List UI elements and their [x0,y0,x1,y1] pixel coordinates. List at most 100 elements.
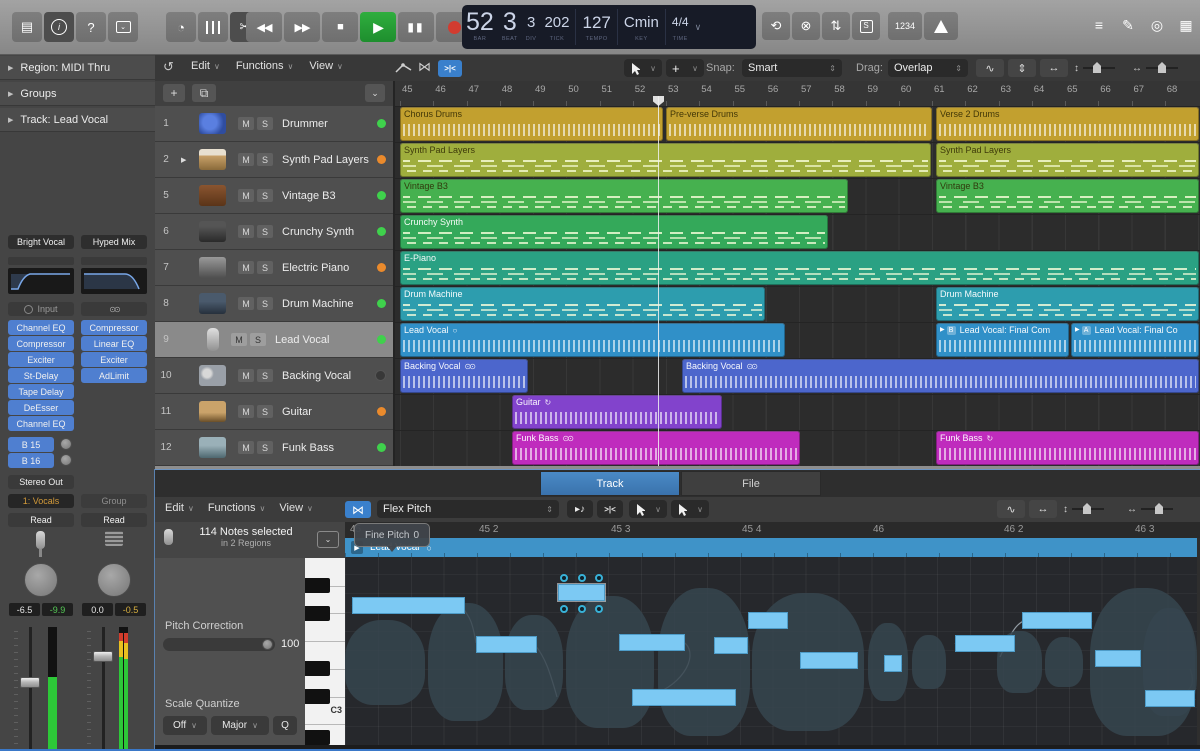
quick-help-icon[interactable]: ? [76,12,106,42]
piano-key-black[interactable] [305,730,330,745]
note-hotspot[interactable] [560,605,568,613]
flex-pitch-note[interactable] [1022,612,1092,629]
track-name[interactable]: Electric Piano [282,262,377,274]
region[interactable]: Chorus Drums [400,107,663,141]
solo-button[interactable]: S [257,405,273,418]
tab-track[interactable]: Track [540,471,680,496]
strip-setting-bar[interactable] [8,257,74,265]
track-name[interactable]: Backing Vocal [282,370,375,382]
volume-fader[interactable] [20,677,40,688]
track-row[interactable]: 9 M S Lead Vocal [155,322,393,358]
solo-button[interactable]: S [257,441,273,454]
menu-view[interactable]: View ∨ [279,502,313,514]
smart-controls-icon[interactable]: ◔ [166,12,196,42]
solo-button[interactable]: S [257,225,273,238]
region[interactable]: Lead Vocal ○ [400,323,785,357]
send-knob[interactable] [60,454,72,466]
add-track-button[interactable]: + [163,84,185,102]
stack-disclosure-icon[interactable]: ▶ [181,156,191,164]
slider-knob[interactable] [262,639,273,650]
flex-pitch-note-selected[interactable] [558,584,605,601]
plugin-slot[interactable]: Exciter [81,352,147,367]
horizontal-auto-zoom-icon[interactable]: ↔ [1040,59,1068,77]
region[interactable]: Vintage B3 [936,179,1199,213]
flex-pitch-note[interactable] [1095,650,1141,667]
eq-thumbnail[interactable] [81,268,147,294]
plugin-slot[interactable]: Linear EQ [81,336,147,351]
flex-pitch-note[interactable] [955,635,1015,652]
plugin-slot[interactable]: Exciter [8,352,74,367]
track-inspector-header[interactable]: ▶ Track: Lead Vocal [0,108,155,132]
command-tool-menu[interactable]: ∨ [671,500,709,518]
flex-marker-icon[interactable]: >|< [597,500,623,518]
output-slot[interactable]: Stereo Out [8,475,74,489]
note-hotspot[interactable] [560,574,568,582]
flex-pitch-note[interactable] [714,637,748,654]
automation-icon[interactable] [395,62,413,77]
pause-button[interactable]: ▮▮ [398,12,434,42]
flex-pitch-note[interactable] [748,612,788,629]
loop-browser-icon[interactable]: ◎ [1144,12,1170,38]
region[interactable]: Synth Pad Layers [400,143,931,177]
flex-pitch-note[interactable] [352,597,465,614]
pointer-tool-menu[interactable]: ∨ [629,500,667,518]
plugin-slot[interactable]: Compressor [8,336,74,351]
scale-root-menu[interactable]: Off ∨ [163,716,207,735]
group-slot[interactable]: Group [81,494,147,508]
track-row[interactable]: 6 M S Crunchy Synth [155,214,393,250]
region[interactable]: Funk Bass ↻ [936,431,1199,465]
editor-region-bar[interactable]: ▶ Lead Vocal ○ [345,538,1197,557]
mute-button[interactable]: M [238,189,254,202]
solo-button[interactable]: S [257,297,273,310]
mixer-icon[interactable] [198,12,228,42]
volume-value[interactable]: 0.0 [82,603,113,616]
piano-key-black[interactable] [305,689,330,704]
volume-fader[interactable] [93,651,113,662]
mute-button[interactable]: M [238,153,254,166]
peak-value[interactable]: -9.9 [42,603,73,616]
mute-button[interactable]: M [231,333,247,346]
waveform-zoom-icon[interactable]: ∿ [997,500,1025,518]
plugin-slot[interactable]: Channel EQ [8,320,74,335]
catch-note-icon[interactable]: ▸♪ [567,500,593,518]
snap-menu[interactable]: Smart ⇕ [742,59,842,77]
region[interactable]: ▶ A Lead Vocal: Final Co [1071,323,1199,357]
inspector-icon[interactable]: i [44,12,74,42]
region-inspector-header[interactable]: ▶ Region: MIDI Thru [0,56,155,80]
flex-mode-menu[interactable]: Flex Pitch ⇕ [377,500,559,518]
plugin-slot[interactable]: DeEsser [8,400,74,415]
track-row[interactable]: 11 M S Guitar [155,394,393,430]
duplicate-track-button[interactable]: ⧉ [192,84,216,102]
flex-pitch-note[interactable] [619,634,685,651]
bar-ruler[interactable]: 45 46 47 48 49 50 51 52 53 54 55 56 57 58 59 60 61 62 63 64… [395,81,1200,107]
scale-type-menu[interactable]: Major ∨ [211,716,269,735]
pan-knob[interactable] [24,563,58,597]
stereo-format-slot[interactable]: ⊙⊙ [81,302,147,316]
tab-file[interactable]: File [681,471,821,496]
autopunch-icon[interactable]: ⇅ [822,12,850,40]
piano-key[interactable] [305,641,345,643]
track-name[interactable]: Funk Bass [282,442,377,454]
mute-button[interactable]: M [238,117,254,130]
mute-button[interactable]: M [238,225,254,238]
metronome-icon[interactable] [924,12,958,40]
eq-thumbnail[interactable] [8,268,74,294]
play-button[interactable]: ▶ [360,12,396,42]
region[interactable]: Synth Pad Layers [936,143,1199,177]
piano-key-black[interactable] [305,606,330,621]
plugin-slot[interactable]: St-Delay [8,368,74,383]
input-slot[interactable]: Input [8,302,74,316]
show-flex-button[interactable]: >|< [438,60,462,77]
track-name[interactable]: Crunchy Synth [282,226,377,238]
plugin-slot[interactable]: Tape Delay [8,384,74,399]
piano-key-black[interactable] [305,578,330,593]
note-hotspot[interactable] [577,605,586,613]
track-name[interactable]: Guitar [282,406,377,418]
region[interactable]: ▶ B Lead Vocal: Final Com [936,323,1069,357]
menu-edit[interactable]: Edit ∨ [191,60,220,72]
track-name[interactable]: Vintage B3 [282,190,377,202]
region[interactable]: E-Piano [400,251,1199,285]
quantize-button[interactable]: Q [273,716,297,735]
send-slot[interactable]: B 16 [8,453,54,468]
arrange-area[interactable]: Chorus Drums Pre-verse Drums Verse 2 Drums… [395,106,1200,466]
